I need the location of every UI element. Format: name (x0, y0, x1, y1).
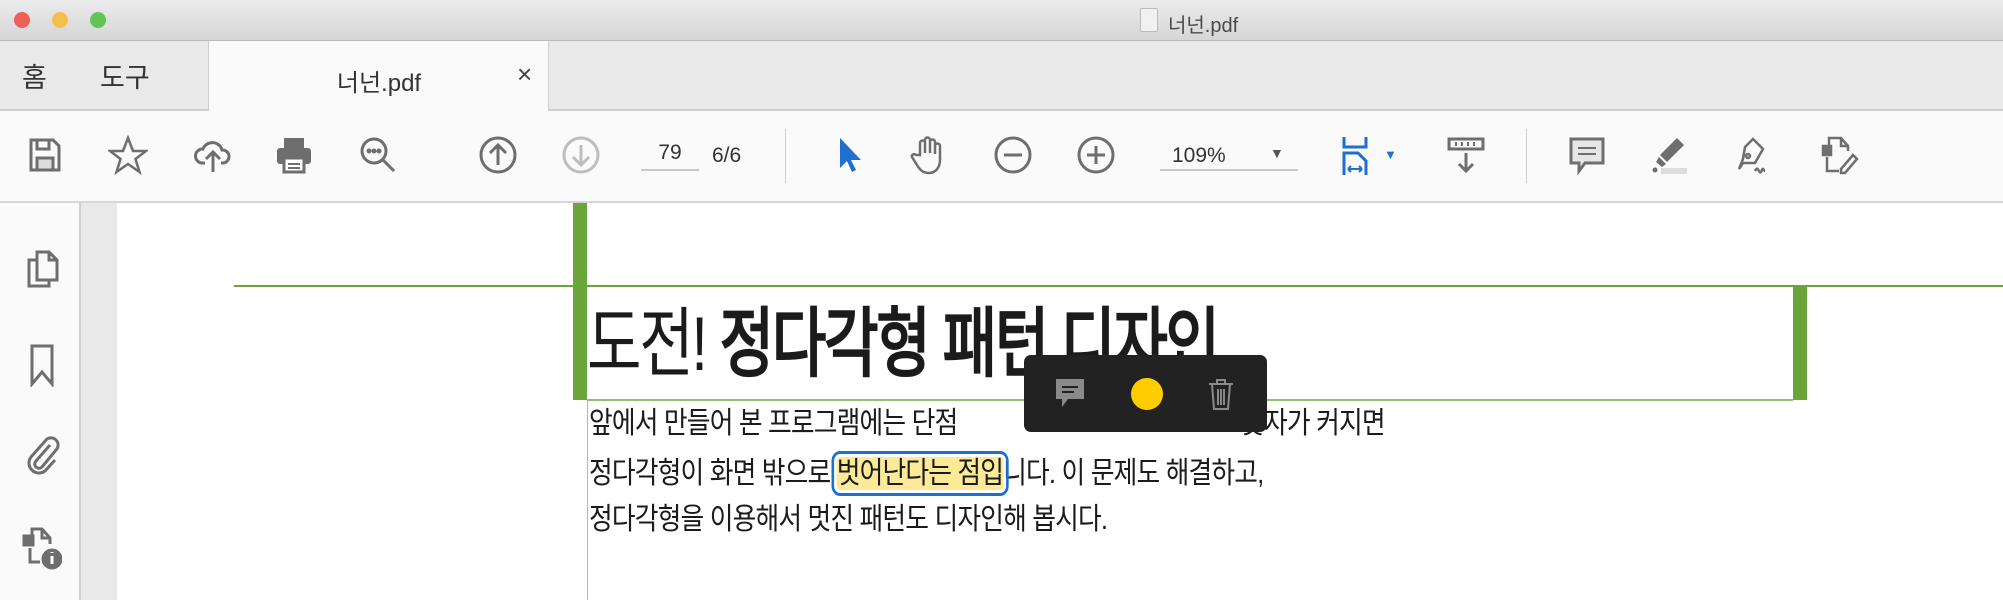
zoom-in-icon[interactable] (1074, 133, 1118, 177)
edit-pdf-icon[interactable] (1817, 133, 1861, 177)
attachment-icon[interactable] (22, 431, 62, 475)
body-line-2: 정다각형이 화면 밖으로 벗어난다는 점입니다. 이 문제도 해결하고, (589, 448, 1264, 496)
zoom-level-select[interactable]: 109% ▼ (1160, 141, 1298, 171)
chevron-down-icon: ▼ (1270, 145, 1284, 161)
fit-page-icon[interactable] (1334, 133, 1378, 177)
frame-bar-right (1793, 286, 1807, 400)
fit-page-dropdown-icon[interactable]: ▼ (1384, 147, 1397, 162)
zoom-out-icon[interactable] (991, 133, 1035, 177)
guide-line-vertical (587, 400, 588, 600)
tab-tools[interactable]: 도구 (100, 56, 150, 95)
color-icon[interactable] (1131, 378, 1163, 410)
hand-icon[interactable] (906, 133, 950, 177)
pdf-file-icon (1140, 8, 1158, 32)
annotation-popup (1024, 355, 1267, 432)
comment-icon[interactable] (1565, 133, 1609, 177)
window-title: 너넌.pdf (1168, 15, 1239, 37)
highlight-icon[interactable] (1647, 133, 1691, 177)
document-properties-icon[interactable] (22, 526, 63, 570)
tab-document[interactable]: 너넌.pdf × (208, 41, 549, 111)
zoom-level-value: 109% (1172, 144, 1226, 167)
tab-home[interactable]: 홈 (22, 56, 47, 95)
minimize-window-button[interactable] (52, 12, 68, 28)
page-number-input[interactable]: 79 (641, 141, 699, 171)
close-tab-button[interactable]: × (517, 59, 532, 90)
tab-document-label: 너넌.pdf (336, 70, 422, 97)
frame-bar-left (573, 203, 587, 400)
search-icon[interactable] (356, 133, 400, 177)
bookmark-icon[interactable] (22, 343, 62, 389)
sign-icon[interactable] (1731, 133, 1775, 177)
page-gutter (81, 203, 117, 600)
toolbar-divider (1526, 129, 1527, 183)
delete-icon[interactable] (1206, 377, 1236, 411)
tab-bar: 홈 도구 너넌.pdf × (0, 41, 2003, 111)
page-down-icon[interactable] (559, 133, 603, 177)
close-window-button[interactable] (14, 12, 30, 28)
highlighted-text[interactable]: 벗어난다는 점입 (831, 451, 1009, 496)
toolbar: 79 6/6 109% ▼ ▼ (0, 111, 2003, 203)
body-text: 니다. 이 문제도 해결하고, (1003, 457, 1264, 490)
toolbar-divider (785, 129, 786, 183)
comment-icon[interactable] (1054, 377, 1086, 411)
page-up-icon[interactable] (476, 133, 520, 177)
body-line-3: 정다각형을 이용해서 멋진 패턴도 디자인해 봅시다. (589, 503, 1108, 536)
body-text: 정다각형이 화면 밖으로 (589, 457, 837, 490)
star-icon[interactable] (106, 133, 150, 177)
heading-light: 도전! (587, 302, 708, 387)
page-thumbnails-icon[interactable] (22, 248, 62, 292)
save-icon[interactable] (23, 133, 67, 177)
body-text: 앞에서 만들어 본 프로그램에는 단점 (589, 407, 958, 440)
cloud-upload-icon[interactable] (191, 133, 235, 177)
select-pointer-icon[interactable] (826, 133, 870, 177)
title-bar: 너넌.pdf (0, 0, 2003, 41)
zoom-window-button[interactable] (90, 12, 106, 28)
left-sidebar (0, 203, 81, 600)
print-icon[interactable] (272, 133, 316, 177)
scroll-mode-icon[interactable] (1444, 133, 1488, 177)
page-count: 6/6 (712, 144, 742, 167)
